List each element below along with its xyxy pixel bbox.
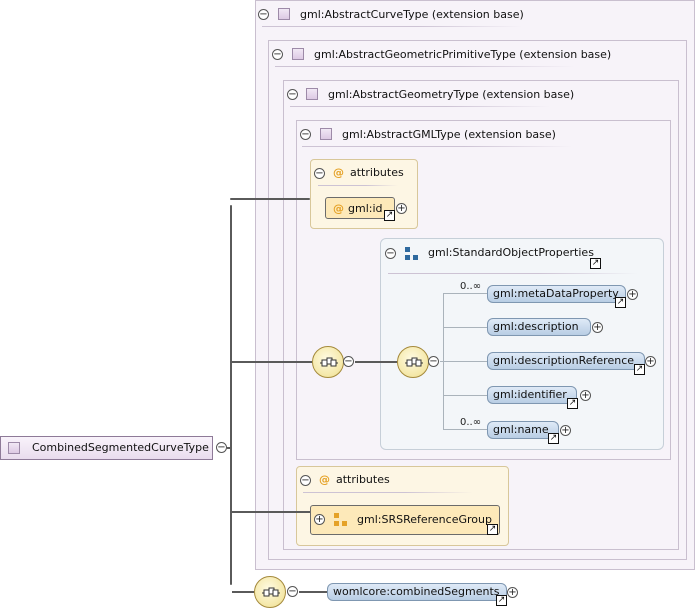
attributes-label: attributes — [336, 473, 390, 486]
attribute-icon: @ — [333, 202, 344, 215]
collapse-toggle-attributes-top[interactable]: − — [314, 168, 325, 179]
element-gml-metadataproperty[interactable]: gml:metaDataProperty — [487, 285, 626, 303]
group-divider — [388, 273, 638, 274]
connector-line — [440, 361, 444, 362]
attribute-gml-id-label: gml:id — [348, 202, 383, 215]
collapse-toggle-root[interactable]: − — [216, 442, 227, 453]
attributes-label: attributes — [350, 166, 404, 179]
collapse-toggle-frame-1[interactable]: − — [272, 49, 283, 60]
frame-title-abstract-curve-type: gml:AbstractCurveType (extension base) — [300, 8, 524, 21]
expand-toggle-combinedsegments[interactable]: + — [507, 587, 518, 598]
attribute-group-srs-label: gml:SRSReferenceGroup — [357, 513, 492, 526]
link-arrow-icon[interactable]: ↗ — [548, 433, 559, 444]
expand-toggle-srsreferencegroup[interactable]: + — [314, 514, 325, 525]
link-arrow-icon[interactable]: ↗ — [615, 297, 626, 308]
expand-toggle-gml-id[interactable]: + — [396, 203, 407, 214]
link-arrow-icon[interactable]: ↗ — [384, 210, 395, 221]
connector-line — [227, 447, 232, 449]
collapse-toggle-sequence-2[interactable]: − — [428, 356, 439, 367]
root-type-label: CombinedSegmentedCurveType — [32, 441, 209, 454]
frame-title-abstract-geometric-primitive-type: gml:AbstractGeometricPrimitiveType (exte… — [314, 48, 612, 61]
complex-type-icon — [306, 88, 318, 100]
sequence-compositor-2[interactable] — [397, 346, 429, 378]
connector-line — [299, 591, 327, 593]
element-gml-identifier[interactable]: gml:identifier — [487, 386, 577, 404]
collapse-toggle-attributes-bottom[interactable]: − — [300, 475, 311, 486]
connector-line — [443, 429, 487, 430]
group-title: gml:StandardObjectProperties — [428, 246, 594, 259]
attributes-divider — [303, 492, 473, 493]
frame-divider — [290, 106, 550, 107]
collapse-toggle-group[interactable]: − — [385, 248, 396, 259]
frame-divider — [302, 146, 572, 147]
group-icon — [405, 247, 419, 261]
expand-toggle-metadataproperty[interactable]: + — [627, 289, 638, 300]
link-arrow-icon[interactable]: ↗ — [487, 524, 498, 535]
group-standard-object-properties — [380, 238, 664, 450]
sequence-icon — [262, 587, 280, 597]
frame-title-abstract-geometry-type: gml:AbstractGeometryType (extension base… — [328, 88, 575, 101]
connector-line — [443, 293, 487, 294]
element-gml-description[interactable]: gml:description — [487, 318, 591, 336]
complex-type-icon — [320, 128, 332, 140]
collapse-toggle-sequence-1[interactable]: − — [343, 356, 354, 367]
connector-line — [230, 511, 310, 513]
link-arrow-icon[interactable]: ↗ — [590, 258, 601, 269]
frame-title-abstract-gml-type: gml:AbstractGMLType (extension base) — [342, 128, 556, 141]
collapse-toggle-frame-3[interactable]: − — [300, 129, 311, 140]
connector-line — [355, 361, 397, 363]
sequence-icon — [320, 357, 338, 367]
root-complex-type[interactable]: CombinedSegmentedCurveType — [0, 436, 213, 460]
link-arrow-icon[interactable]: ↗ — [567, 398, 578, 409]
collapse-toggle-frame-2[interactable]: − — [287, 89, 298, 100]
frame-divider — [275, 66, 575, 67]
complex-type-icon — [292, 48, 304, 60]
frame-divider — [262, 26, 522, 27]
complex-type-icon — [278, 8, 290, 20]
connector-line — [443, 361, 487, 362]
sequence-compositor-1[interactable] — [312, 346, 344, 378]
complex-type-icon — [8, 442, 20, 454]
link-arrow-icon[interactable]: ↗ — [634, 364, 645, 375]
connector-line — [232, 591, 254, 593]
expand-toggle-identifier[interactable]: + — [580, 390, 591, 401]
attribute-icon: @ — [333, 166, 344, 179]
sequence-compositor-3[interactable] — [254, 576, 286, 608]
collapse-toggle-sequence-3[interactable]: − — [287, 586, 298, 597]
expand-toggle-description[interactable]: + — [592, 322, 603, 333]
sequence-icon — [405, 357, 423, 367]
connector-line — [443, 327, 487, 328]
link-arrow-icon[interactable]: ↗ — [496, 595, 507, 606]
element-gml-descriptionreference[interactable]: gml:descriptionReference — [487, 352, 645, 370]
cardinality-label: 0..∞ — [460, 281, 482, 292]
attribute-group-icon — [334, 513, 348, 527]
connector-line — [443, 395, 487, 396]
collapse-toggle-frame-0[interactable]: − — [258, 9, 269, 20]
cardinality-label: 0..∞ — [460, 417, 482, 428]
expand-toggle-descriptionreference[interactable]: + — [645, 356, 656, 367]
attributes-divider — [318, 185, 398, 186]
element-womlcore-combinedsegments[interactable]: womlcore:combinedSegments — [327, 583, 507, 601]
connector-line — [230, 198, 310, 200]
expand-toggle-name[interactable]: + — [560, 425, 571, 436]
connector-line — [230, 205, 232, 585]
attribute-icon: @ — [319, 473, 330, 486]
connector-line — [230, 361, 312, 363]
